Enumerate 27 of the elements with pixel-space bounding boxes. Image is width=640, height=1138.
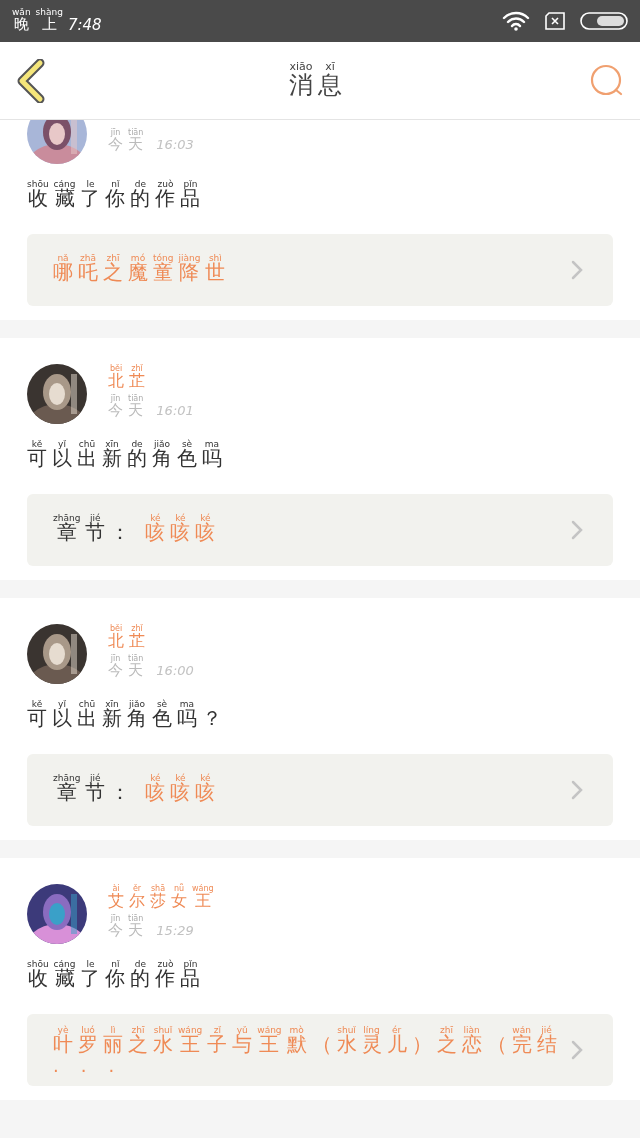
chevron-right-icon: [571, 1040, 583, 1060]
chevron-right-icon: [571, 780, 583, 800]
chevron-right-icon: [571, 260, 583, 280]
sender-name: 艾 ài 尔 ěr 莎 shā 女 nǚ 王 wáng: [108, 884, 215, 912]
back-button[interactable]: [16, 58, 46, 103]
message-time: 16:00: [156, 663, 194, 680]
message-date: 今 jīn 天 tiān: [108, 394, 145, 420]
sender-name: 北 běi 芷 zhǐ: [108, 624, 146, 652]
message-time: 16:03: [156, 137, 194, 154]
message-date: 今 jīn 天 tiān: [108, 128, 145, 154]
message-text: 收 shōu 藏 cáng 了 le 你 nǐ 的 de 作 zuò 品 pǐn: [27, 180, 202, 212]
chapter-link[interactable]: 章 zhāng 节 jié ： 咳 ké 咳 ké 咳 ké: [27, 754, 613, 826]
page-title: 消 xiāo 息 xī: [289, 60, 343, 101]
message-text: 收 shōu 藏 cáng 了 le 你 nǐ 的 de 作 zuò 品 pǐn: [27, 960, 202, 992]
message-time: 15:29: [156, 923, 194, 940]
message-time: 16:01: [156, 403, 194, 420]
message-date: 今 jīn 天 tiān: [108, 914, 145, 940]
message-date: 今 jīn 天 tiān: [108, 654, 145, 680]
sim-card-icon: [544, 12, 566, 30]
wifi-icon: [502, 11, 530, 31]
status-time: 晚 wǎn 上 shàng 7:48: [12, 8, 102, 34]
message-text: 可 kě 以 yǐ 出 chū 新 xīn 的 de 角 jiǎo 色 sè 吗 ma: [27, 440, 223, 472]
battery-icon: [580, 12, 628, 30]
chevron-right-icon: [571, 520, 583, 540]
chapter-link[interactable]: 章 zhāng 节 jié ： 咳 ké 咳 ké 咳 ké: [27, 494, 613, 566]
sender-name: 北 běi 芷 zhǐ: [108, 364, 146, 392]
message-text: 可 kě 以 yǐ 出 chū 新 xīn 角 jiǎo 色 sè 吗 ma ？: [27, 700, 223, 732]
